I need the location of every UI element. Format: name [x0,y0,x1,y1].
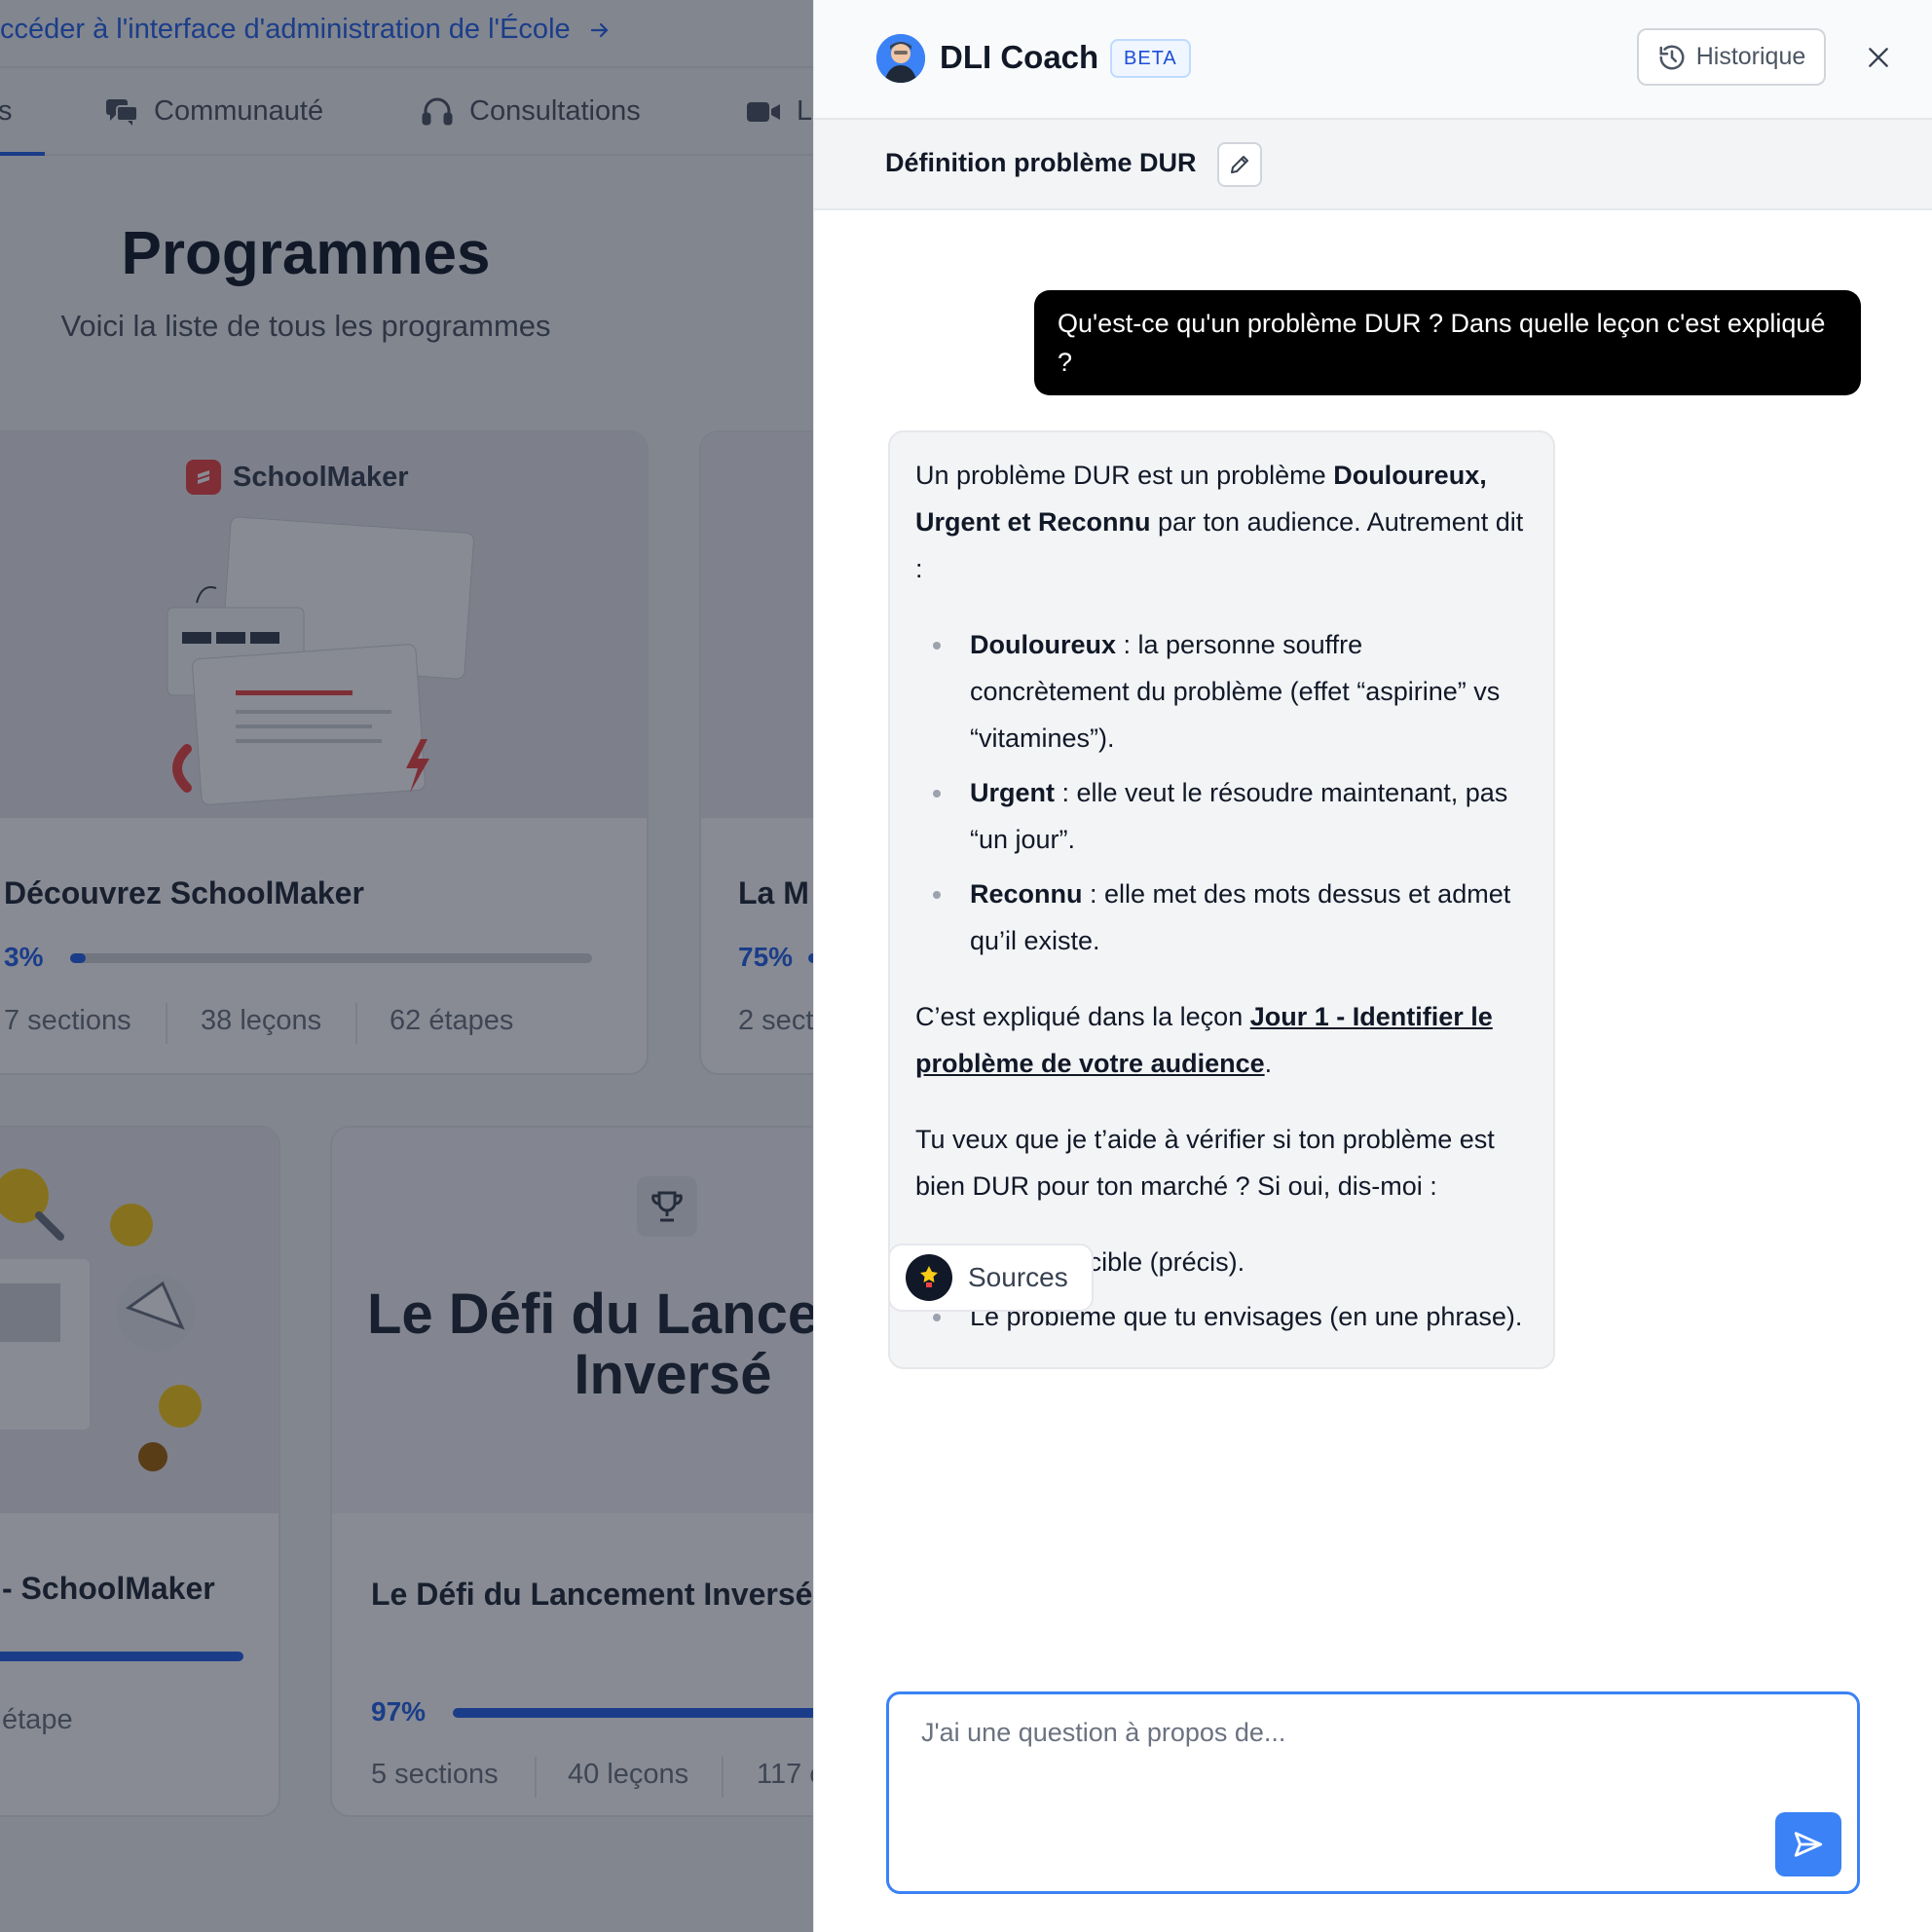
list-item: Reconnu : elle met des mots dessus et ad… [915,871,1528,964]
close-icon [1869,48,1888,67]
sources-button[interactable]: Sources [888,1244,1094,1312]
list-item: Douloureux : la personne souffre concrèt… [915,621,1528,762]
history-button[interactable]: Historique [1637,28,1826,86]
user-message: Qu'est-ce qu'un problème DUR ? Dans quel… [1034,290,1861,395]
coach-name: DLI Coach [940,39,1099,75]
sources-label: Sources [968,1262,1068,1292]
pencil-icon [1231,156,1248,173]
conversation-title: Définition problème DUR [885,148,1197,177]
followup-question: Tu veux que je t’aide à vérifier si ton … [915,1125,1495,1201]
definition-list: Douloureux : la personne souffre concrèt… [915,621,1528,964]
star-trophy-icon [906,1254,952,1301]
list-item: Urgent : elle veut le résoudre maintenan… [915,769,1528,863]
beta-badge: BETA [1110,39,1191,78]
message-composer [886,1691,1860,1894]
conversation-title-bar: Définition problème DUR [814,120,1932,210]
panel-header: DLI Coach BETA Historique [814,0,1932,120]
send-icon [1794,1832,1823,1857]
close-button[interactable] [1858,37,1899,78]
answer-intro: Un problème DUR est un problème Douloure… [915,461,1524,583]
coach-avatar [876,34,925,83]
lesson-reference: C’est expliqué dans la leçon Jour 1 - Id… [915,1002,1493,1078]
message-input[interactable] [921,1718,1798,1815]
edit-title-button[interactable] [1217,142,1262,187]
send-button[interactable] [1775,1812,1841,1876]
history-icon [1659,45,1685,69]
history-label: Historique [1695,43,1806,70]
coach-panel: DLI Coach BETA Historique Définition pro… [813,0,1932,1932]
assistant-message: Un problème DUR est un problème Douloure… [888,430,1555,1369]
modal-overlay[interactable] [0,0,813,1932]
